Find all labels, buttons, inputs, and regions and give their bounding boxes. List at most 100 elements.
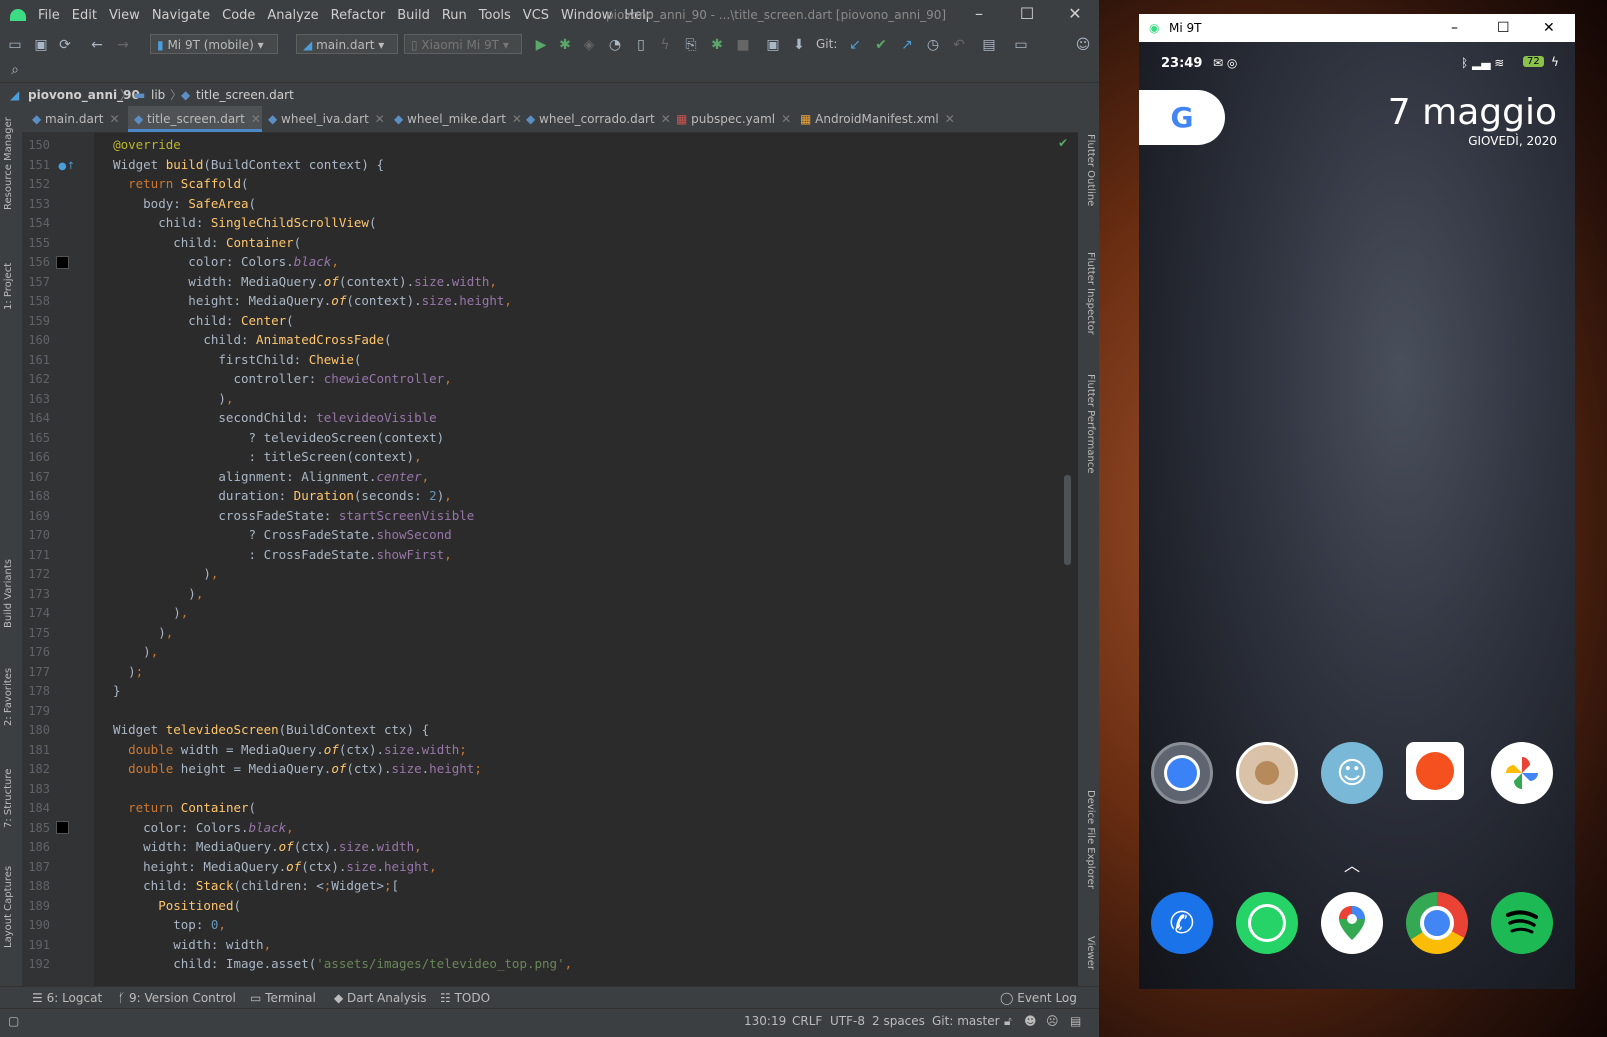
tab-main-dart[interactable]: ◆ main.dart ✕: [32, 106, 128, 132]
file-encoding[interactable]: UTF-8: [830, 1009, 865, 1033]
tool-flutter-outline[interactable]: Flutter Outline: [1085, 134, 1096, 206]
tool-project[interactable]: 1: Project: [3, 263, 14, 310]
tool-terminal[interactable]: ▭ Terminal: [250, 987, 316, 1009]
photos-icon[interactable]: [1491, 742, 1553, 804]
apply-changes-icon[interactable]: ⎘: [682, 36, 700, 54]
app-drawer-chevron-up-icon[interactable]: ︿: [1344, 852, 1360, 876]
phone-icon[interactable]: ✆: [1151, 892, 1213, 954]
tool-logcat[interactable]: ☰ 6: Logcat: [32, 987, 102, 1009]
sync-icon[interactable]: ⟳: [56, 36, 74, 54]
close-icon[interactable]: ✕: [661, 112, 671, 126]
open-folder-icon[interactable]: ▭: [6, 36, 24, 54]
git-push-icon[interactable]: ↗: [898, 36, 916, 54]
code-line[interactable]: double height = MediaQuery.of(ctx).size.…: [98, 759, 482, 779]
menu-refactor[interactable]: Refactor: [331, 8, 386, 23]
tool-layout-captures[interactable]: Layout Captures: [3, 866, 14, 948]
feedback-face-icon[interactable]: ☹: [1046, 1009, 1059, 1033]
code-line[interactable]: Positioned(: [98, 896, 241, 916]
code-line[interactable]: Widget televideoScreen(BuildContext ctx)…: [98, 720, 429, 740]
code-line[interactable]: child: Container(: [98, 233, 301, 253]
menu-edit[interactable]: Edit: [72, 8, 97, 23]
search-icon[interactable]: ⌕: [6, 61, 24, 79]
code-line[interactable]: ? televideoScreen(context): [98, 428, 445, 448]
code-line[interactable]: double width = MediaQuery.of(ctx).size.w…: [98, 740, 467, 760]
code-line[interactable]: duration: Duration(seconds: 2),: [98, 486, 451, 506]
tool-flutter-performance[interactable]: Flutter Performance: [1085, 374, 1096, 474]
spotify-icon[interactable]: [1491, 892, 1553, 954]
memory-indicator-icon[interactable]: ▤: [1070, 1009, 1081, 1033]
maximize-button[interactable]: ☐: [1003, 4, 1051, 23]
code-line[interactable]: : titleScreen(context),: [98, 447, 422, 467]
debug-icon[interactable]: ✱: [556, 36, 574, 54]
tool-favorites[interactable]: 2: Favorites: [3, 668, 14, 726]
code-line[interactable]: secondChild: televideoVisible: [98, 408, 436, 428]
menu-run[interactable]: Run: [442, 8, 467, 23]
hot-reload-icon[interactable]: ϟ: [656, 36, 674, 54]
avd-manager-icon[interactable]: ▣: [764, 36, 782, 54]
forward-icon[interactable]: →: [114, 36, 132, 54]
caret-position[interactable]: 130:19: [744, 1009, 786, 1033]
tool-event-log[interactable]: ◯ Event Log: [1000, 987, 1077, 1009]
chrome-icon[interactable]: [1406, 892, 1468, 954]
code-line[interactable]: ),: [98, 623, 173, 643]
code-line[interactable]: );: [98, 662, 143, 682]
sdk-manager-icon[interactable]: ⬇: [790, 36, 808, 54]
code-line[interactable]: child: Image.asset('assets/images/televi…: [98, 954, 572, 974]
close-icon[interactable]: ✕: [109, 112, 119, 126]
code-line[interactable]: color: Colors.black,: [98, 818, 294, 838]
line-separator[interactable]: CRLF: [792, 1009, 822, 1033]
code-line[interactable]: ),: [98, 564, 218, 584]
close-icon[interactable]: ✕: [781, 112, 791, 126]
tool-structure[interactable]: 7: Structure: [3, 769, 14, 828]
tool-viewer[interactable]: Viewer: [1085, 936, 1096, 970]
tool-dart-analysis[interactable]: ◆ Dart Analysis: [334, 987, 427, 1009]
code-line[interactable]: ? CrossFadeState.showSecond: [98, 525, 452, 545]
code-line[interactable]: @override: [98, 135, 181, 155]
code-line[interactable]: width: MediaQuery.of(ctx).size.width,: [98, 837, 422, 857]
indent-setting[interactable]: 2 spaces: [872, 1009, 925, 1033]
revert-icon[interactable]: ↶: [950, 36, 968, 54]
code-line[interactable]: child: SingleChildScrollView(: [98, 213, 376, 233]
contact-icon[interactable]: [1236, 742, 1298, 804]
menu-navigate[interactable]: Navigate: [152, 8, 210, 23]
code-line[interactable]: ),: [98, 584, 203, 604]
device-frame-icon[interactable]: ▯: [632, 36, 650, 54]
code-line[interactable]: width: MediaQuery.of(context).size.width…: [98, 272, 497, 292]
code-line[interactable]: return Scaffold(: [98, 174, 248, 194]
code-line[interactable]: child: Stack(children: <;Widget>;[: [98, 876, 399, 896]
recorder-icon[interactable]: [1406, 742, 1464, 800]
breadcrumb-file[interactable]: title_screen.dart: [196, 83, 294, 107]
code-line[interactable]: height: MediaQuery.of(ctx).size.height,: [98, 857, 437, 877]
close-icon[interactable]: ✕: [251, 112, 261, 126]
code-line[interactable]: controller: chewieController,: [98, 369, 451, 389]
code-line[interactable]: child: AnimatedCrossFade(: [98, 330, 391, 350]
close-icon[interactable]: ✕: [375, 112, 385, 126]
profile-icon[interactable]: ◔: [606, 36, 624, 54]
project-structure-icon[interactable]: ▤: [980, 36, 998, 54]
tab-wheel-corrado-dart[interactable]: ◆ wheel_corrado.dart ✕: [526, 106, 672, 132]
history-icon[interactable]: ◷: [924, 36, 942, 54]
code-line[interactable]: top: 0,: [98, 915, 226, 935]
whatsapp-icon[interactable]: [1236, 892, 1298, 954]
code-line[interactable]: return Container(: [98, 798, 256, 818]
code-line[interactable]: child: Center(: [98, 311, 293, 331]
target-device-selector[interactable]: ▯ Xiaomi Mi 9T ▾: [404, 34, 522, 54]
run-icon[interactable]: ▶: [532, 36, 550, 54]
code-line[interactable]: alignment: Alignment.center,: [98, 467, 429, 487]
date-widget[interactable]: 7 maggio: [1388, 92, 1557, 133]
code-line[interactable]: color: Colors.black,: [98, 252, 339, 272]
color-swatch-black[interactable]: [56, 256, 69, 269]
code-line[interactable]: }: [98, 681, 121, 701]
breadcrumb-lib[interactable]: lib: [151, 83, 165, 107]
menu-vcs[interactable]: VCS: [523, 8, 549, 23]
terminal-window-icon[interactable]: ▭: [1012, 36, 1030, 54]
code-line[interactable]: ),: [98, 642, 158, 662]
close-icon[interactable]: ✕: [512, 112, 522, 126]
code-line[interactable]: ),: [98, 389, 233, 409]
menu-analyze[interactable]: Analyze: [267, 8, 318, 23]
minimize-button[interactable]: –: [955, 4, 1003, 23]
code-line[interactable]: ),: [98, 603, 188, 623]
code-line[interactable]: crossFadeState: startScreenVisible: [98, 506, 474, 526]
close-button[interactable]: ✕: [1051, 4, 1099, 23]
stop-icon[interactable]: ■: [734, 36, 752, 54]
